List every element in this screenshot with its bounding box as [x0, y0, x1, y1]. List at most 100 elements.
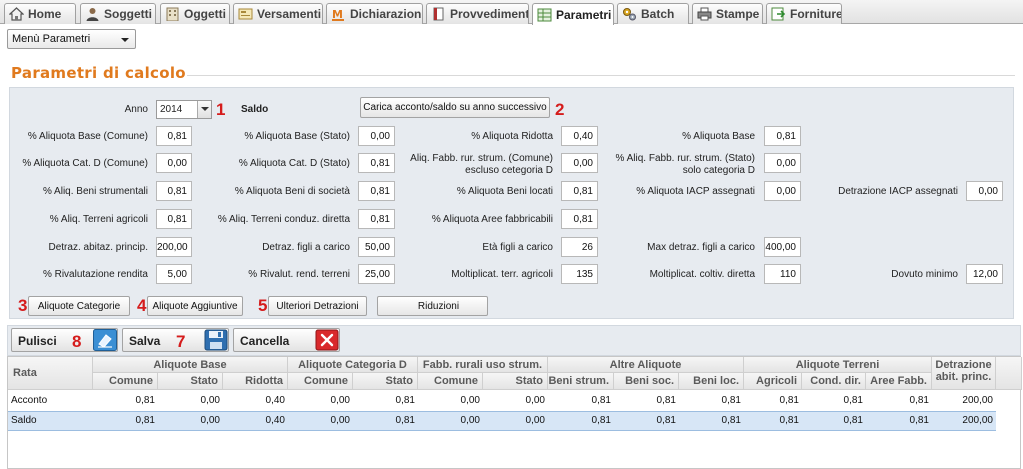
ulteriori-detrazioni-button[interactable]: Ulteriori Detrazioni	[268, 296, 367, 316]
detraz-abitaz-field[interactable]: 200,00	[156, 237, 192, 257]
tab-home[interactable]: Home	[4, 3, 76, 24]
aliq-terreni-label: % Aliq. Terreni agricoli	[49, 214, 148, 225]
detrazione-header-line1: Detrazione	[935, 359, 992, 371]
aliq-catd-comune-field[interactable]: 0,00	[156, 153, 192, 173]
grid-subheader-ridotta[interactable]: Ridotta	[223, 373, 288, 390]
row-cell: 0,81	[656, 395, 676, 406]
table-row-acconto[interactable]: Acconto 0,81 0,00 0,40 0,00 0,81 0,00 0,…	[8, 391, 996, 411]
aliq-base-stato-field[interactable]: 0,00	[358, 126, 395, 146]
grid-subheader-catd-comune[interactable]: Comune	[288, 373, 353, 390]
tab-dichiarazioni[interactable]: M Dichiarazioni	[326, 3, 423, 24]
aliq-beni-locati-label: % Aliquota Beni locati	[456, 186, 553, 197]
aliquote-categorie-button[interactable]: Aliquote Categorie	[28, 296, 130, 316]
aliq-iacp-field[interactable]: 0,00	[764, 181, 801, 201]
grid-group-aliquote-terreni: Aliquote Terreni	[744, 357, 932, 373]
carica-acconto-saldo-button[interactable]: Carica acconto/saldo su anno successivo	[360, 97, 550, 118]
rival-terreni-field[interactable]: 25,00	[358, 264, 395, 284]
aliq-catd-stato-field[interactable]: 0,81	[358, 153, 395, 173]
tab-soggetti[interactable]: Soggetti	[80, 3, 156, 24]
grid-subheader-agricoli[interactable]: Agricoli	[744, 373, 802, 390]
anno-select[interactable]: 2014	[156, 100, 212, 119]
gears-icon	[622, 7, 637, 21]
aliq-catd-comune-label: % Aliquota Cat. D (Comune)	[22, 158, 148, 169]
document-icon	[431, 7, 446, 21]
tab-forniture[interactable]: Forniture	[766, 3, 842, 24]
aliq-ridotta-field[interactable]: 0,40	[561, 126, 598, 146]
aliq-beni-locati-field[interactable]: 0,81	[561, 181, 598, 201]
aliq-beni-strum-field[interactable]: 0,81	[156, 181, 192, 201]
aliq-terreni-cond-label: % Aliq. Terreni conduz. diretta	[217, 214, 350, 225]
grid-header-detrazione[interactable]: Detrazione abit. princ.	[932, 357, 996, 390]
tab-provvedimenti[interactable]: Provvedimenti	[426, 3, 529, 24]
rates-grid: Rata Aliquote Base Aliquote Categoria D …	[7, 356, 1022, 469]
moltip-terr-field[interactable]: 135	[561, 264, 598, 284]
aliq-terreni-cond-field[interactable]: 0,81	[358, 209, 395, 229]
delete-icon[interactable]	[315, 329, 339, 351]
row-cell: 0,81	[721, 395, 741, 406]
grid-subheader-catd-stato[interactable]: Stato	[353, 373, 418, 390]
grid-subheader-fabb-stato[interactable]: Stato	[483, 373, 548, 390]
home-icon	[8, 7, 25, 21]
eta-figli-label: Età figli a carico	[482, 242, 553, 253]
anno-label: Anno	[124, 104, 148, 115]
tab-versamenti[interactable]: Versamenti	[233, 3, 323, 24]
aliq-beni-strum-label: % Aliq. Beni strumentali	[42, 186, 148, 197]
aliq-terreni-field[interactable]: 0,81	[156, 209, 192, 229]
table-row-saldo[interactable]: Saldo 0,81 0,00 0,40 0,00 0,81 0,00 0,00…	[8, 411, 996, 431]
row-cell: 0,81	[843, 415, 863, 426]
aliq-beni-soc-field[interactable]: 0,81	[358, 181, 395, 201]
grid-subheader-aree-fabb[interactable]: Aree Fabb.	[866, 373, 932, 390]
grid-subheader-beni-loc[interactable]: Beni loc.	[679, 373, 744, 390]
grid-subheader-comune[interactable]: Comune	[93, 373, 158, 390]
eraser-icon[interactable]	[93, 329, 117, 351]
menu-parametri-select[interactable]: Menù Parametri	[7, 29, 136, 49]
dovuto-minimo-field[interactable]: 12,00	[966, 264, 1003, 284]
row-cell: 200,00	[962, 395, 993, 406]
salva-label: Salva	[129, 334, 161, 348]
aliq-fabb-comune-field[interactable]: 0,00	[561, 153, 598, 173]
grid-subheader-fabb-comune[interactable]: Comune	[418, 373, 483, 390]
max-detraz-figli-label: Max detraz. figli a carico	[647, 242, 755, 253]
row-cell: 0,81	[395, 395, 415, 406]
row-cell: 0,00	[525, 395, 545, 406]
aliq-base-comune-field[interactable]: 0,81	[156, 126, 192, 146]
cancella-label: Cancella	[240, 334, 290, 348]
row-cell: 0,81	[721, 415, 741, 426]
eta-figli-field[interactable]: 26	[561, 237, 598, 257]
tab-oggetti[interactable]: Oggetti	[160, 3, 230, 24]
grid-subheader-beni-strum[interactable]: Beni strum.	[548, 373, 614, 390]
grid-subheader-stato[interactable]: Stato	[158, 373, 223, 390]
detraz-abitaz-label: Detraz. abitaz. princip.	[48, 242, 149, 253]
tab-batch[interactable]: Batch	[617, 3, 689, 24]
aliquote-aggiuntive-button[interactable]: Aliquote Aggiuntive	[147, 296, 243, 316]
riduzioni-button[interactable]: Riduzioni	[377, 296, 488, 316]
row-cell: 0,00	[330, 395, 350, 406]
aliq-base-stato-label: % Aliquota Base (Stato)	[244, 131, 350, 142]
grid-subheader-beni-soc[interactable]: Beni soc.	[614, 373, 679, 390]
aliq-ridotta-label: % Aliquota Ridotta	[471, 131, 553, 142]
tab-parametri[interactable]: Parametri	[532, 3, 614, 25]
aliq-fabb-stato-field[interactable]: 0,00	[764, 153, 801, 173]
parameters-form-panel	[9, 87, 1014, 319]
rival-terreni-label: % Rivalut. rend. terreni	[248, 269, 350, 280]
max-detraz-figli-field[interactable]: 400,00	[764, 237, 801, 257]
row-cell: 0,81	[779, 395, 799, 406]
anno-dropdown-arrow-icon[interactable]	[197, 101, 211, 118]
aliq-aree-field[interactable]: 0,81	[561, 209, 598, 229]
tab-stampe[interactable]: Stampe	[692, 3, 763, 24]
section-divider	[187, 75, 1015, 76]
anno-value: 2014	[160, 104, 183, 115]
aliq-base-comune-label: % Aliquota Base (Comune)	[27, 131, 148, 142]
save-icon[interactable]	[204, 329, 228, 351]
aliq-base-field[interactable]: 0,81	[764, 126, 801, 146]
row-cell-rata: Acconto	[11, 395, 48, 406]
rival-rendita-field[interactable]: 5,00	[156, 264, 192, 284]
grid-header-rata[interactable]: Rata	[8, 357, 93, 390]
moltip-coltiv-field[interactable]: 110	[764, 264, 801, 284]
row-cell: 0,81	[591, 415, 611, 426]
payment-icon	[238, 7, 253, 21]
row-cell: 0,81	[591, 395, 611, 406]
detraz-figli-field[interactable]: 50,00	[358, 237, 395, 257]
grid-subheader-cond-dir[interactable]: Cond. dir.	[802, 373, 866, 390]
detraz-iacp-field[interactable]: 0,00	[966, 181, 1003, 201]
